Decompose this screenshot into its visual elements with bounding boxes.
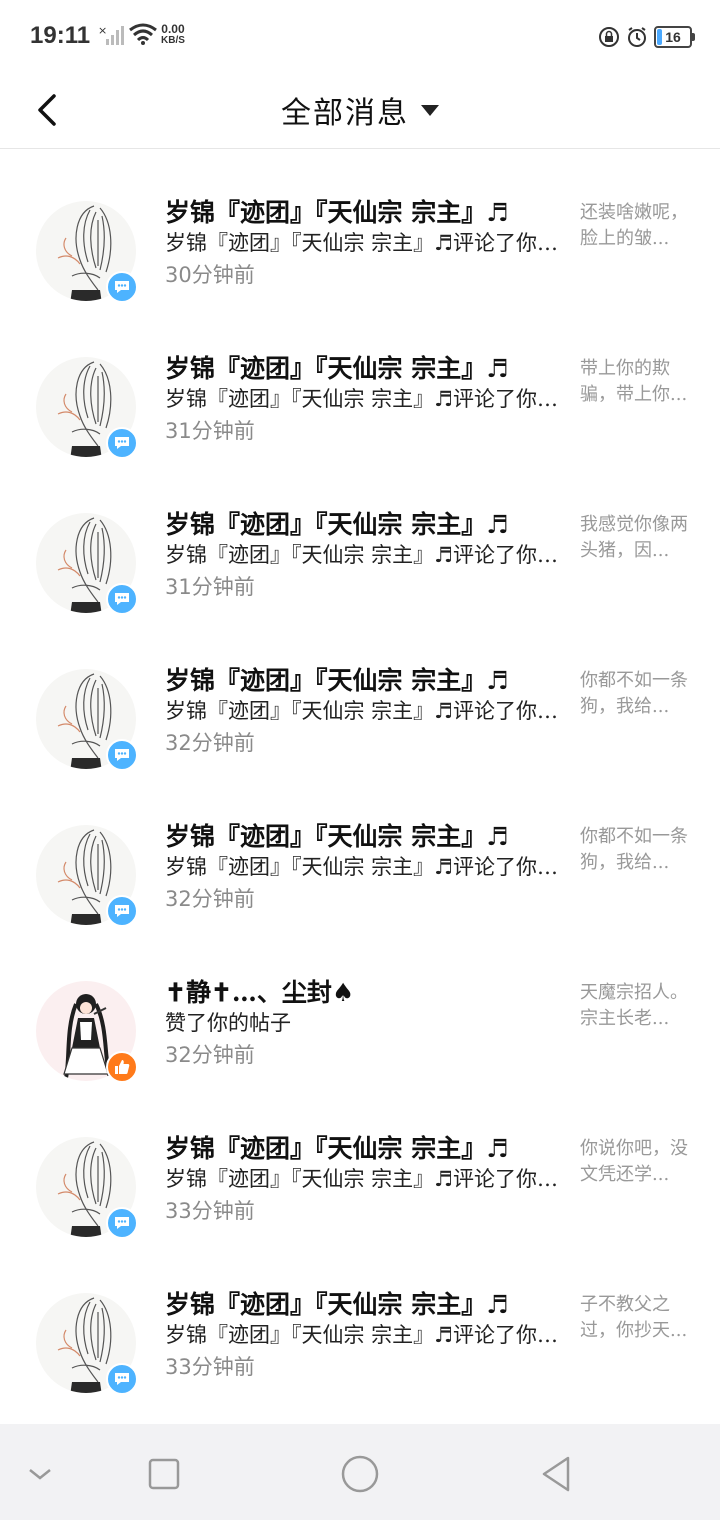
thumbs-up-icon — [106, 1051, 138, 1083]
message-item[interactable]: 岁锦『迹团』『天仙宗 宗主』♬ 岁锦『迹团』『天仙宗 宗主』♬评论了你的帖子 3… — [0, 618, 720, 774]
action-text: 岁锦『迹团』『天仙宗 宗主』♬评论了你的帖子 — [165, 855, 560, 879]
sender-name: 岁锦『迹团』『天仙宗 宗主』♬ — [165, 1134, 509, 1163]
sender-name: 岁锦『迹团』『天仙宗 宗主』♬ — [165, 354, 509, 383]
timestamp: 30分钟前 — [165, 263, 255, 287]
lock-rotation-icon — [599, 27, 619, 47]
action-text: 岁锦『迹团』『天仙宗 宗主』♬评论了你的帖子 — [165, 387, 560, 411]
chat-bubble-icon — [106, 895, 138, 927]
message-item[interactable]: 岁锦『迹团』『天仙宗 宗主』♬ 岁锦『迹团』『天仙宗 宗主』♬评论了你的帖子 3… — [0, 150, 720, 306]
action-text: 岁锦『迹团』『天仙宗 宗主』♬评论了你的帖子 — [165, 543, 560, 567]
header: 全部消息 — [0, 72, 720, 149]
comment-preview: 你都不如一条狗，我给... — [580, 826, 688, 873]
message-item[interactable]: 岁锦『迹团』『天仙宗 宗主』♬ 岁锦『迹团』『天仙宗 宗主』♬评论了你的帖子 3… — [0, 774, 720, 930]
message-item[interactable]: 岁锦『迹团』『天仙宗 宗主』♬ 岁锦『迹团』『天仙宗 宗主』♬评论了你的帖子 3… — [0, 1242, 720, 1398]
sender-name: 岁锦『迹团』『天仙宗 宗主』♬ — [165, 510, 509, 539]
timestamp: 32分钟前 — [165, 1043, 255, 1067]
message-item[interactable]: 岁锦『迹团』『天仙宗 宗主』♬ 岁锦『迹团』『天仙宗 宗主』♬评论了你的帖子 3… — [0, 1086, 720, 1242]
chat-bubble-icon — [106, 1207, 138, 1239]
system-nav-bar — [0, 1424, 720, 1520]
network-speed: 0.00 KB/S — [161, 22, 185, 46]
wifi-icon — [129, 23, 157, 45]
page-title: 全部消息 — [281, 96, 409, 131]
comment-preview: 你说你吧，没文凭还学... — [580, 1138, 688, 1185]
message-list: 岁锦『迹团』『天仙宗 宗主』♬ 岁锦『迹团』『天仙宗 宗主』♬评论了你的帖子 3… — [0, 150, 720, 1398]
sender-name: 岁锦『迹团』『天仙宗 宗主』♬ — [165, 666, 509, 695]
action-text: 赞了你的帖子 — [165, 1011, 291, 1035]
battery-icon: 16 — [654, 26, 695, 48]
message-item[interactable]: 岁锦『迹团』『天仙宗 宗主』♬ 岁锦『迹团』『天仙宗 宗主』♬评论了你的帖子 3… — [0, 306, 720, 462]
action-text: 岁锦『迹团』『天仙宗 宗主』♬评论了你的帖子 — [165, 1323, 560, 1347]
comment-preview: 带上你的欺骗，带上你... — [580, 358, 688, 405]
status-bar: 19:11 × 0.00 KB/S 16 — [0, 0, 720, 72]
message-item[interactable]: 岁锦『迹团』『天仙宗 宗主』♬ 岁锦『迹团』『天仙宗 宗主』♬评论了你的帖子 3… — [0, 462, 720, 618]
chat-bubble-icon — [106, 427, 138, 459]
nav-back-icon[interactable] — [534, 1452, 578, 1496]
comment-preview: 天魔宗招人。宗主长老... — [580, 982, 688, 1029]
timestamp: 33分钟前 — [165, 1199, 255, 1223]
comment-preview: 你都不如一条狗，我给... — [580, 670, 688, 717]
chat-bubble-icon — [106, 1363, 138, 1395]
timestamp: 32分钟前 — [165, 887, 255, 911]
comment-preview: 还装啥嫩呢，脸上的皱... — [580, 202, 688, 249]
chat-bubble-icon — [106, 271, 138, 303]
alarm-icon — [628, 27, 646, 47]
action-text: 岁锦『迹团』『天仙宗 宗主』♬评论了你的帖子 — [165, 699, 560, 723]
timestamp: 32分钟前 — [165, 731, 255, 755]
status-right: 16 — [598, 24, 695, 50]
chat-bubble-icon — [106, 583, 138, 615]
status-time: 19:11 — [30, 22, 91, 49]
message-item[interactable]: ✝静✝…、尘封♠ 赞了你的帖子 32分钟前 天魔宗招人。宗主长老... — [0, 930, 720, 1086]
timestamp: 31分钟前 — [165, 419, 255, 443]
nav-home-icon[interactable] — [338, 1452, 382, 1496]
title-dropdown[interactable]: 全部消息 — [0, 82, 720, 138]
action-text: 岁锦『迹团』『天仙宗 宗主』♬评论了你的帖子 — [165, 1167, 560, 1191]
svg-text:×: × — [98, 24, 107, 37]
nav-recents-icon[interactable] — [142, 1452, 186, 1496]
nav-collapse-icon[interactable] — [18, 1452, 62, 1496]
comment-preview: 子不教父之过，你抄天... — [580, 1294, 688, 1341]
signal-icon: × — [98, 24, 124, 45]
comment-preview: 我感觉你像两头猪，因... — [580, 514, 688, 561]
sender-name: 岁锦『迹团』『天仙宗 宗主』♬ — [165, 198, 509, 227]
sender-name: 岁锦『迹团』『天仙宗 宗主』♬ — [165, 822, 509, 851]
sender-name: 岁锦『迹团』『天仙宗 宗主』♬ — [165, 1290, 509, 1319]
timestamp: 31分钟前 — [165, 575, 255, 599]
chat-bubble-icon — [106, 739, 138, 771]
sender-name: ✝静✝…、尘封♠ — [165, 978, 355, 1007]
action-text: 岁锦『迹团』『天仙宗 宗主』♬评论了你的帖子 — [165, 231, 560, 255]
caret-down-icon — [421, 104, 439, 116]
timestamp: 33分钟前 — [165, 1355, 255, 1379]
